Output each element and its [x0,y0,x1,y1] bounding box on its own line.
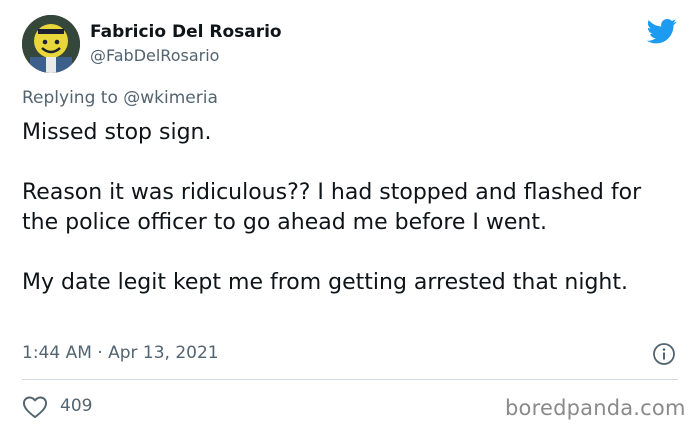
tweet-paragraph: My date legit kept me from getting arres… [22,270,628,295]
twitter-bird-icon[interactable] [645,16,679,46]
display-name[interactable]: Fabricio Del Rosario [90,22,282,42]
watermark: boredpanda.com [505,396,686,420]
like-count: 409 [60,396,93,416]
tweet-text: Missed stop sign. Reason it was ridiculo… [22,118,682,298]
replying-to-label: Replying to [22,88,118,108]
tweet-paragraph: Missed stop sign. [22,120,212,145]
user-handle[interactable]: @FabDelRosario [90,46,219,65]
info-icon[interactable] [652,342,676,366]
avatar[interactable] [22,15,80,73]
tweet-card: Fabricio Del Rosario @FabDelRosario Repl… [0,0,700,433]
avatar-image [22,15,80,73]
divider [22,379,678,380]
tweet-paragraph: Reason it was ridiculous?? I had stopped… [22,180,642,235]
replying-to: Replying to @wkimeria [22,88,218,108]
heart-icon[interactable] [22,395,48,419]
tweet-timestamp[interactable]: 1:44 AM · Apr 13, 2021 [22,343,219,363]
reply-target-link[interactable]: @wkimeria [123,88,218,108]
